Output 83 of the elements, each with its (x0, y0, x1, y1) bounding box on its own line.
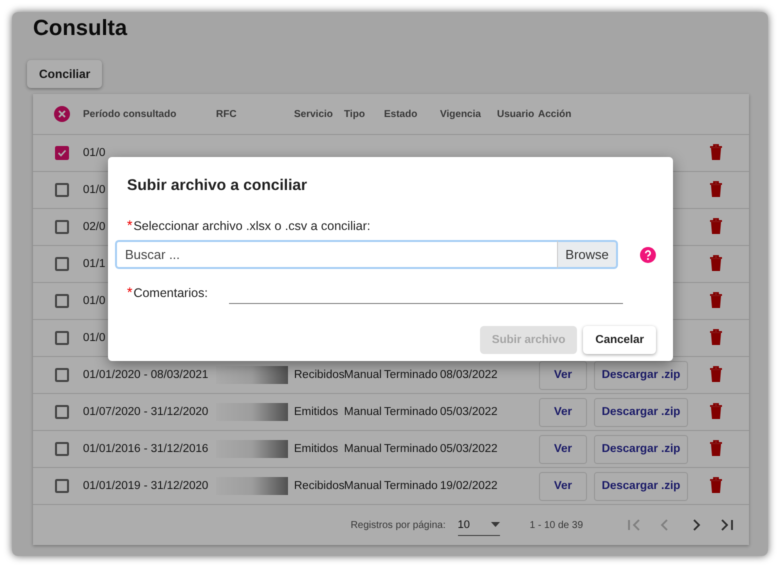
column-header: Tipo (344, 108, 366, 120)
column-header: Vigencia (440, 108, 482, 120)
table-cell: 08/03/2022 (440, 369, 497, 381)
trash-icon[interactable] (709, 144, 723, 160)
table-cell: 05/03/2022 (440, 406, 497, 418)
row-checkbox[interactable] (55, 220, 69, 234)
row-checkbox[interactable] (55, 368, 69, 382)
table-cell: 01/01/2020 - 08/03/2021 (83, 369, 208, 381)
table-cell: Recibidos (294, 480, 344, 492)
blurred-text (216, 403, 288, 421)
table-cell: 01/0 (83, 184, 106, 196)
column-header: Período consultado (83, 108, 178, 120)
trash-icon[interactable] (709, 180, 723, 196)
row-checkbox[interactable] (55, 405, 69, 419)
column-header: Servicio (294, 108, 334, 120)
table-cell-text: Manual (344, 480, 383, 492)
download-button[interactable]: Descargar .zip (594, 398, 688, 426)
table-cell: Recibidos (294, 369, 344, 381)
caret-icon (490, 522, 500, 527)
table-cell-text: Emitidos (294, 406, 340, 418)
column-header: RFC (216, 108, 238, 120)
table-cell-text: Terminado (384, 480, 439, 492)
table-cell: 01/01/2016 - 31/12/2016 (83, 443, 208, 455)
conciliar-button[interactable]: Conciliar (27, 60, 102, 88)
required-mark: * (127, 217, 132, 233)
help-icon[interactable] (640, 246, 656, 262)
dialog-title: Subir archivo a conciliar (127, 177, 308, 195)
view-button[interactable]: Ver (539, 472, 587, 500)
table-cell-text: Terminado (384, 443, 439, 455)
page-title: Consulta (32, 14, 128, 40)
browse-button[interactable]: Browse (557, 240, 618, 269)
table-cell: 01/0 (83, 147, 106, 159)
column-header: Estado (384, 108, 418, 120)
table-cell: 05/03/2022 (440, 443, 497, 455)
download-button[interactable]: Descargar .zip (594, 360, 688, 390)
row-checkbox[interactable] (55, 146, 69, 160)
trash-icon[interactable] (709, 328, 723, 344)
field-label: Comentarios: (133, 286, 208, 300)
table-cell: 01/0 (83, 332, 106, 344)
trash-icon[interactable] (709, 254, 723, 270)
download-button[interactable]: Descargar .zip (594, 472, 688, 500)
view-button[interactable]: Ver (539, 434, 587, 464)
clear-selection-icon[interactable] (53, 105, 71, 123)
required-mark: * (127, 284, 132, 300)
file-input-field[interactable]: Buscar ... (115, 240, 558, 269)
trash-icon[interactable] (709, 440, 723, 456)
trash-icon[interactable] (709, 292, 723, 308)
download-button[interactable]: Descargar .zip (594, 434, 688, 464)
table-cell: 02/0 (83, 221, 106, 233)
table-cell: 01/0 (83, 295, 106, 307)
rows-per-page-select[interactable]: 10 (458, 514, 500, 536)
trash-icon[interactable] (709, 366, 723, 382)
table-cell-text: Terminado (384, 406, 439, 418)
trash-icon[interactable] (709, 402, 723, 418)
cancel-button[interactable]: Cancelar (583, 326, 656, 354)
row-checkbox[interactable] (55, 479, 69, 493)
row-checkbox[interactable] (55, 331, 69, 345)
table-cell: 19/02/2022 (440, 480, 497, 492)
column-header: Acción (538, 108, 572, 120)
view-button[interactable]: Ver (539, 360, 587, 390)
table-cell: 01/1 (83, 258, 106, 270)
table-cell-text: Emitidos (294, 443, 340, 455)
column-header: Usuario (497, 108, 536, 120)
table-cell-text: Manual (344, 443, 383, 455)
rows-per-page-label: Registros por página: (350, 520, 446, 530)
row-checkbox[interactable] (55, 294, 69, 308)
row-checkbox[interactable] (55, 442, 69, 456)
table-cell: 01/01/2019 - 31/12/2020 (83, 480, 208, 492)
page-range: 1 - 10 de 39 (530, 520, 583, 530)
table-cell-text: Terminado (384, 369, 439, 381)
blurred-text (216, 440, 288, 458)
field-label: Seleccionar archivo .xlsx o .csv a conciliar: (133, 219, 370, 233)
trash-icon[interactable] (709, 476, 723, 492)
view-button[interactable]: Ver (539, 398, 587, 426)
checkmark-icon (57, 148, 67, 158)
trash-icon[interactable] (709, 218, 723, 234)
blurred-text (216, 366, 288, 384)
row-checkbox[interactable] (55, 257, 69, 271)
blurred-text (216, 477, 288, 495)
table-cell-text: Manual (344, 406, 383, 418)
table-cell-text: Manual (344, 369, 383, 381)
table-cell: 01/07/2020 - 31/12/2020 (83, 406, 208, 418)
row-checkbox[interactable] (55, 183, 69, 197)
